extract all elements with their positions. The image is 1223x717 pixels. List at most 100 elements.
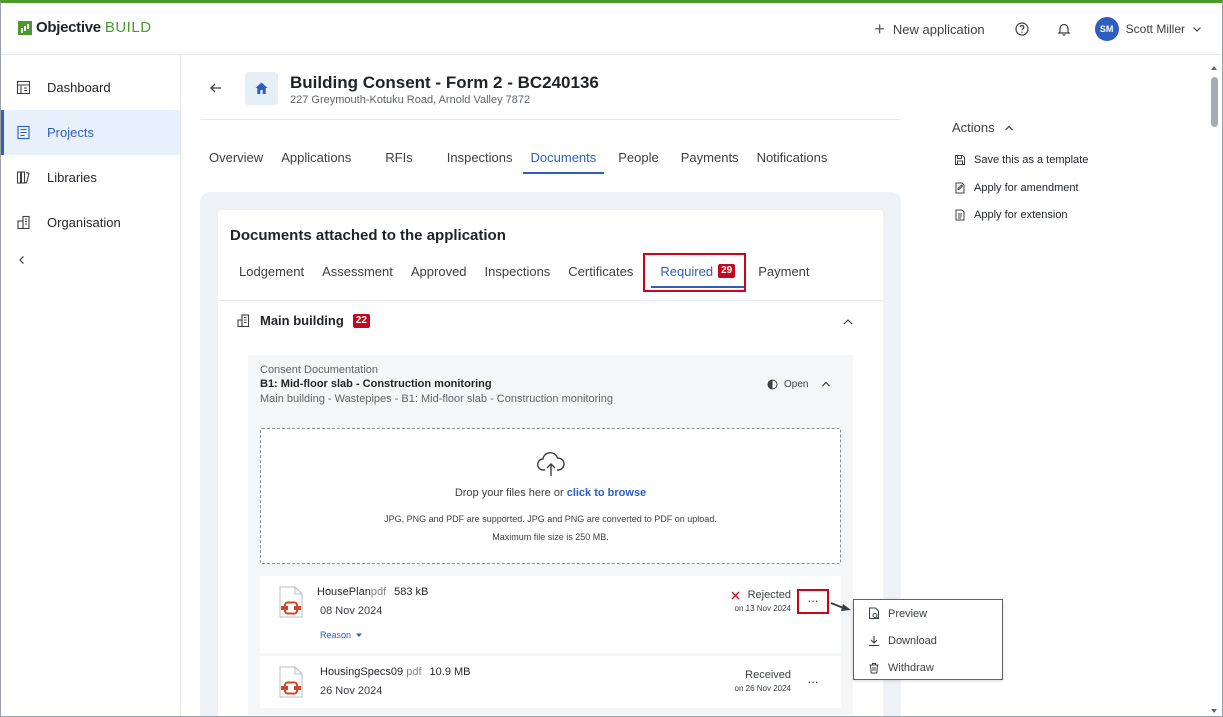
sidebar-item-dashboard[interactable]: Dashboard — [1, 65, 180, 110]
scrollbar[interactable] — [1208, 61, 1220, 716]
building-icon — [237, 314, 250, 328]
section-header[interactable]: Main building 22 — [236, 313, 370, 328]
file-date: 26 Nov 2024 — [320, 685, 383, 697]
tab-notifications[interactable]: Notifications — [749, 143, 836, 174]
file-size: 10.9 MB — [429, 666, 471, 678]
file-name[interactable]: HousePlanpdf — [317, 586, 386, 598]
sidebar-item-projects[interactable]: Projects — [1, 110, 180, 155]
requirement-path: Main building - Wastepipes - B1: Mid-flo… — [260, 393, 613, 405]
chevron-up-icon — [1004, 125, 1013, 130]
action-apply-amendment[interactable]: Apply for amendment — [954, 182, 1079, 194]
collapse-sidebar-button[interactable] — [1, 245, 180, 275]
file-status-date: on 13 Nov 2024 — [734, 604, 792, 613]
page-address: 227 Greymouth-Kotuku Road, Arnold Valley… — [290, 94, 531, 106]
logo[interactable]: Objective BUILD — [18, 19, 152, 36]
requirement-status[interactable]: Open — [767, 378, 832, 390]
new-application-label: New application — [892, 21, 985, 37]
dropzone-note-size: Maximum file size is 250 MB. — [492, 532, 609, 542]
top-right-controls: + New application SM Scott Miller — [874, 15, 1202, 43]
edit-document-icon — [955, 182, 965, 194]
subtab-certificates[interactable]: Certificates — [559, 254, 642, 288]
file-status: Received — [745, 669, 791, 681]
card-divider — [218, 300, 883, 301]
bell-icon — [1057, 23, 1071, 36]
pdf-file-icon — [279, 586, 303, 618]
document-icon — [955, 209, 965, 221]
action-label: Save this as a template — [974, 154, 1089, 166]
dropzone-note-formats: JPG, PNG and PDF are supported. JPG and … — [384, 514, 717, 524]
subtab-approved[interactable]: Approved — [402, 254, 476, 288]
trash-icon — [869, 662, 879, 673]
sidebar-item-libraries[interactable]: Libraries — [1, 155, 180, 200]
tab-rfis[interactable]: RFIs — [377, 143, 420, 174]
tab-inspections[interactable]: Inspections — [439, 143, 521, 174]
actions-title: Actions — [952, 120, 995, 135]
action-label: Apply for amendment — [974, 182, 1079, 194]
save-icon — [955, 155, 965, 165]
menu-item-download[interactable]: Download — [854, 627, 1002, 654]
download-icon — [869, 635, 879, 646]
sidebar-item-label: Projects — [47, 125, 94, 140]
scroll-up-icon[interactable] — [1210, 64, 1218, 72]
reason-label: Reason — [320, 630, 352, 640]
menu-item-label: Download — [888, 634, 937, 647]
half-circle-icon — [767, 379, 778, 389]
action-apply-extension[interactable]: Apply for extension — [954, 209, 1068, 221]
file-name-line: HousingSpecs09 pdf 10.9 MB — [320, 666, 471, 678]
sidebar-item-label: Dashboard — [47, 80, 111, 95]
notifications-button[interactable] — [1053, 18, 1075, 40]
tab-documents[interactable]: Documents — [522, 143, 605, 174]
user-menu[interactable]: SM Scott Miller — [1094, 17, 1202, 41]
tab-people[interactable]: People — [610, 143, 666, 174]
required-tab-highlight — [643, 253, 746, 292]
sidebar-item-organisation[interactable]: Organisation — [1, 200, 180, 245]
home-icon-box — [245, 72, 278, 105]
file-type: pdf — [406, 666, 422, 678]
organisation-icon — [15, 215, 31, 231]
scrollbar-thumb[interactable] — [1211, 77, 1218, 127]
tab-overview[interactable]: Overview — [201, 143, 271, 174]
file-row: HousePlanpdf 583 kB 08 Nov 2024 Reason R… — [260, 576, 841, 653]
browse-link[interactable]: click to browse — [567, 487, 646, 499]
file-dropzone[interactable]: Drop your files here or click to browse … — [260, 428, 841, 564]
new-application-button[interactable]: + New application — [874, 20, 984, 38]
back-button[interactable] — [207, 79, 227, 99]
menu-item-label: Withdraw — [888, 661, 934, 674]
reason-toggle[interactable]: Reason — [320, 630, 363, 640]
file-more-button[interactable]: ... — [802, 672, 824, 691]
menu-item-preview[interactable]: Preview — [854, 600, 1002, 627]
dropzone-text: Drop your files here or — [454, 487, 564, 499]
subtab-lodgement[interactable]: Lodgement — [230, 254, 313, 288]
scroll-down-icon[interactable] — [1210, 707, 1218, 715]
file-status-date: on 26 Nov 2024 — [734, 684, 792, 693]
documents-title: Documents attached to the application — [230, 227, 506, 244]
subtab-payment[interactable]: Payment — [749, 254, 818, 288]
caret-down-icon — [356, 633, 363, 637]
subtab-inspections[interactable]: Inspections — [476, 254, 560, 288]
dropzone-text-line: Drop your files here or click to browse — [261, 487, 840, 499]
home-icon — [255, 82, 268, 94]
section-collapse-button[interactable] — [841, 315, 855, 329]
preview-icon — [869, 607, 879, 620]
action-save-template[interactable]: Save this as a template — [954, 154, 1088, 166]
logo-text-bold: Objective — [36, 19, 101, 36]
close-icon — [731, 591, 740, 599]
menu-item-label: Preview — [888, 607, 928, 620]
libraries-icon — [15, 170, 31, 186]
cloud-upload-icon — [537, 451, 565, 476]
tab-applications[interactable]: Applications — [273, 143, 359, 174]
actions-toggle[interactable]: Actions — [952, 120, 1015, 135]
file-date: 08 Nov 2024 — [320, 605, 383, 617]
help-button[interactable] — [1011, 18, 1033, 40]
sidebar-item-label: Libraries — [47, 170, 97, 185]
file-size: 583 kB — [394, 586, 429, 598]
file-status: Rejected — [731, 589, 791, 601]
requirement-status-label: Open — [784, 378, 809, 390]
pdf-file-icon — [279, 666, 303, 698]
menu-item-withdraw[interactable]: Withdraw — [854, 654, 1002, 681]
file-name[interactable]: HousingSpecs09 pdf — [320, 666, 422, 678]
section-title: Main building — [260, 313, 344, 328]
tab-payments[interactable]: Payments — [673, 143, 747, 174]
arrow-left-icon — [210, 83, 221, 93]
subtab-assessment[interactable]: Assessment — [313, 254, 402, 288]
